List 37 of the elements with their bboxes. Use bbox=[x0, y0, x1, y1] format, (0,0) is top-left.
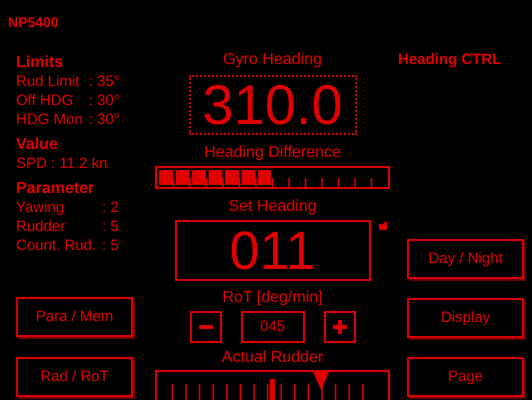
actual-rudder-label: Actual Rudder bbox=[222, 349, 324, 367]
minus-icon bbox=[198, 325, 212, 329]
parameter-value: : 5 bbox=[102, 236, 119, 255]
gyro-heading-display: 310.0 bbox=[188, 75, 356, 135]
parameter-value: : 5 bbox=[102, 217, 119, 236]
section-title: Limits bbox=[16, 53, 64, 72]
parameter-value: : 35° bbox=[88, 72, 120, 91]
speed-value: SPD : 11.2 kn bbox=[16, 154, 108, 173]
menu-button[interactable]: Display bbox=[407, 298, 524, 338]
center-mark bbox=[270, 379, 275, 400]
menu-button[interactable]: Para / Mem bbox=[16, 297, 133, 337]
parameter-label: HDG Mon bbox=[16, 110, 83, 129]
parameter-value: : 30° bbox=[88, 110, 120, 129]
rot-label: RoT [deg/min] bbox=[222, 289, 323, 307]
heading-difference-label: Heading Difference bbox=[204, 144, 341, 162]
set-heading-display: 011 bbox=[174, 220, 370, 281]
menu-button[interactable]: Page bbox=[407, 357, 524, 397]
minus-button[interactable] bbox=[190, 311, 222, 343]
gyro-heading-label: Gyro Heading bbox=[223, 51, 322, 69]
parameter-label: Off HDG bbox=[16, 91, 74, 110]
plus-icon bbox=[332, 320, 346, 334]
plus-button[interactable] bbox=[324, 311, 356, 343]
set-heading-label: Set Heading bbox=[228, 198, 317, 216]
section-title: Parameter bbox=[16, 179, 96, 198]
parameter-value: : 2 bbox=[102, 198, 119, 217]
section-title: Value bbox=[16, 135, 59, 154]
menu-button[interactable]: Rad / RoT bbox=[16, 357, 133, 397]
parameter-label: Rud Limit bbox=[16, 72, 80, 91]
parameter-label: Yawing bbox=[16, 198, 66, 217]
parameter-label: Rudder bbox=[16, 217, 66, 236]
parameter-label: Count. Rud. bbox=[16, 236, 96, 255]
parameter-value: : 30° bbox=[88, 91, 120, 110]
menu-button[interactable]: Day / Night bbox=[407, 239, 524, 279]
small-square-icon bbox=[378, 222, 386, 230]
heading-ctrl-title: Heading CTRL bbox=[398, 51, 502, 69]
app-title: NP5400 bbox=[8, 14, 60, 30]
rot-value-field: 045 bbox=[240, 311, 304, 343]
